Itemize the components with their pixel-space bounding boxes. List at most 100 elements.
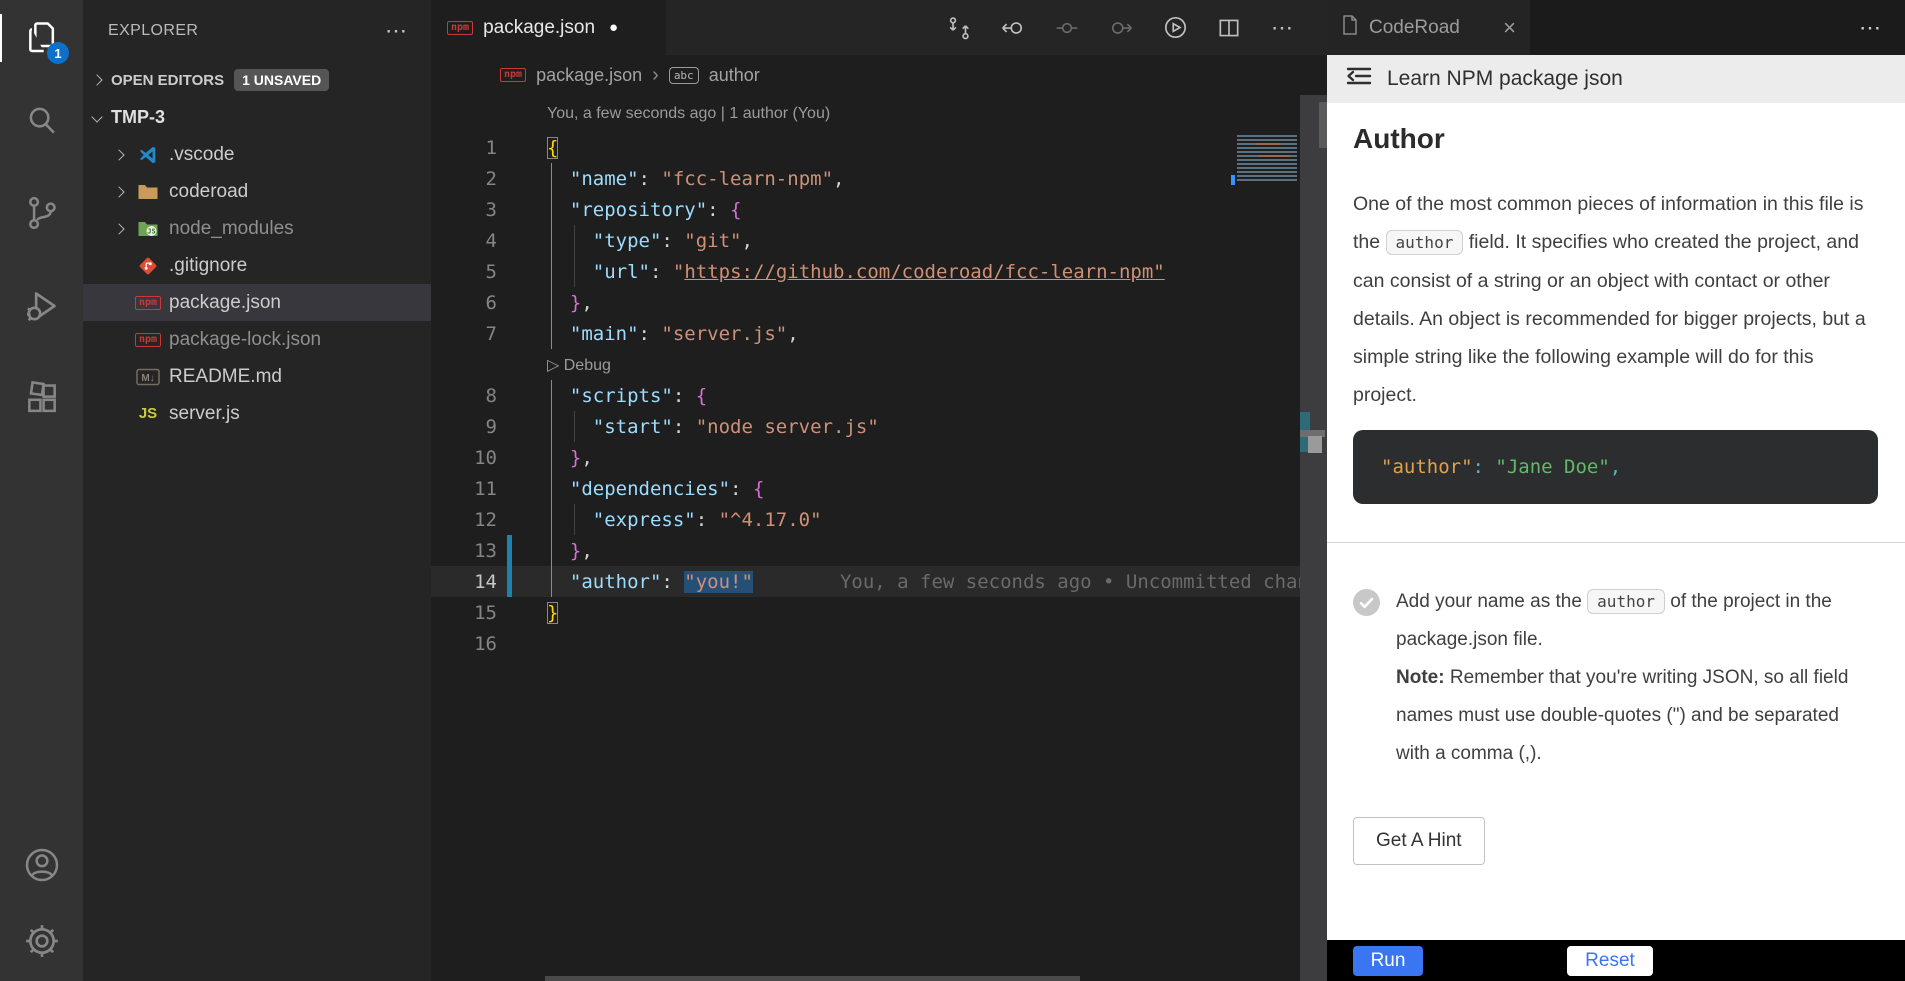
more-actions-icon[interactable]: ⋯ bbox=[1269, 14, 1297, 42]
code-line-8[interactable]: 8 "scripts": { bbox=[431, 380, 1300, 411]
gutter[interactable]: 6 bbox=[431, 287, 547, 318]
horizontal-scrollbar-thumb[interactable] bbox=[545, 976, 1080, 981]
menu-back-icon[interactable] bbox=[1343, 63, 1373, 95]
chevron-right-icon[interactable] bbox=[111, 151, 127, 159]
tree-item-.gitignore[interactable]: .gitignore bbox=[83, 247, 431, 284]
code-line-16[interactable]: 16 bbox=[431, 628, 1300, 659]
token: , bbox=[787, 323, 798, 345]
prev-change-icon[interactable] bbox=[1053, 14, 1081, 42]
tree-item-label: package.json bbox=[169, 292, 281, 314]
codelens[interactable]: You, a few seconds ago | 1 author (You) bbox=[431, 95, 1300, 132]
gutter[interactable]: 13 bbox=[431, 535, 547, 566]
token: : bbox=[661, 571, 684, 593]
gutter[interactable]: 5 bbox=[431, 256, 547, 287]
tree-item-coderoad[interactable]: coderoad bbox=[83, 173, 431, 210]
tree-item-package-lock.json[interactable]: npmpackage-lock.json bbox=[83, 321, 431, 358]
gutter[interactable]: 9 bbox=[431, 411, 547, 442]
code-line-2[interactable]: 2 "name": "fcc-learn-npm", bbox=[431, 163, 1300, 194]
code-line-15[interactable]: 15} bbox=[431, 597, 1300, 628]
gutter[interactable]: 11 bbox=[431, 473, 547, 504]
editor-scrollbar-thumb[interactable] bbox=[1319, 102, 1327, 148]
run-script-icon[interactable] bbox=[1161, 14, 1189, 42]
code-line-1[interactable]: 1{ bbox=[431, 132, 1300, 163]
inline-code-chip: author bbox=[1386, 230, 1464, 255]
tree-item-server.js[interactable]: JSserver.js bbox=[83, 395, 431, 432]
activity-account[interactable] bbox=[0, 829, 83, 905]
gutter[interactable]: 16 bbox=[431, 628, 547, 659]
gutter[interactable]: 2 bbox=[431, 163, 547, 194]
indent-guide bbox=[551, 256, 552, 287]
gutter[interactable]: 14 bbox=[431, 566, 547, 597]
workspace-root[interactable]: TMP-3 bbox=[83, 98, 431, 136]
code-line-12[interactable]: 12 "express": "^4.17.0" bbox=[431, 504, 1300, 535]
code-line-11[interactable]: 11 "dependencies": { bbox=[431, 473, 1300, 504]
tree-item-.vscode[interactable]: .vscode bbox=[83, 136, 431, 173]
token: "you!" bbox=[684, 571, 753, 593]
activity-search[interactable] bbox=[0, 76, 83, 169]
tab-label: package.json bbox=[483, 17, 595, 39]
editor-scrollbar-track[interactable] bbox=[1300, 95, 1327, 981]
token: } bbox=[570, 540, 581, 562]
line-number: 15 bbox=[431, 602, 497, 624]
code-line-13[interactable]: 13 }, bbox=[431, 535, 1300, 566]
divider bbox=[1327, 542, 1905, 543]
token: , bbox=[581, 292, 592, 314]
code-line-7[interactable]: 7 "main": "server.js", bbox=[431, 318, 1300, 349]
tree-item-README.md[interactable]: M↓README.md bbox=[83, 358, 431, 395]
activity-explorer[interactable]: 1 bbox=[0, 0, 83, 76]
gutter[interactable]: 12 bbox=[431, 504, 547, 535]
code-line-3[interactable]: 3 "repository": { bbox=[431, 194, 1300, 225]
line-content: "repository": { bbox=[547, 194, 1300, 225]
code-line-5[interactable]: 5 "url": "https://github.com/coderoad/fc… bbox=[431, 256, 1300, 287]
code-line-10[interactable]: 10 }, bbox=[431, 442, 1300, 473]
token: "^4.17.0" bbox=[719, 509, 822, 531]
gutter[interactable]: 3 bbox=[431, 194, 547, 225]
activity-source-control[interactable] bbox=[0, 169, 83, 262]
nav-back-icon[interactable] bbox=[999, 14, 1027, 42]
line-number: 14 bbox=[431, 571, 497, 593]
editor-group: npm package.json ● bbox=[431, 0, 1327, 981]
line-content: "type": "git", bbox=[547, 225, 1300, 256]
get-hint-button[interactable]: Get A Hint bbox=[1353, 817, 1485, 865]
chevron-right-icon[interactable] bbox=[111, 225, 127, 233]
code-line-9[interactable]: 9 "start": "node server.js" bbox=[431, 411, 1300, 442]
codelens[interactable]: ▷ Debug bbox=[431, 349, 1300, 380]
step-heading: Author bbox=[1353, 123, 1878, 155]
gutter[interactable]: 15 bbox=[431, 597, 547, 628]
breadcrumb-file[interactable]: package.json bbox=[536, 65, 642, 86]
close-icon[interactable]: × bbox=[1503, 15, 1516, 41]
activity-settings[interactable] bbox=[0, 905, 83, 981]
token: , bbox=[742, 230, 753, 252]
line-content: } bbox=[547, 597, 1300, 628]
reset-button[interactable]: Reset bbox=[1567, 946, 1653, 976]
gutter[interactable]: 7 bbox=[431, 318, 547, 349]
gutter[interactable]: 8 bbox=[431, 380, 547, 411]
run-button[interactable]: Run bbox=[1353, 946, 1423, 976]
activity-extensions[interactable] bbox=[0, 355, 83, 448]
gutter[interactable]: 4 bbox=[431, 225, 547, 256]
code-line-6[interactable]: 6 }, bbox=[431, 287, 1300, 318]
tree-item-package.json[interactable]: npmpackage.json bbox=[83, 284, 431, 321]
code-line-14[interactable]: 14 "author": "you!"You, a few seconds ag… bbox=[431, 566, 1300, 597]
split-editor-icon[interactable] bbox=[1215, 14, 1243, 42]
tutorial-title: Learn NPM package json bbox=[1387, 67, 1623, 91]
tree-item-node_modules[interactable]: JSnode_modules bbox=[83, 210, 431, 247]
open-editors-section[interactable]: OPEN EDITORS 1 UNSAVED bbox=[83, 62, 431, 98]
breadcrumb-symbol[interactable]: author bbox=[709, 65, 760, 86]
explorer-more-icon[interactable]: ⋯ bbox=[385, 18, 409, 44]
open-changes-icon[interactable] bbox=[945, 14, 973, 42]
tab-coderoad[interactable]: CodeRoad × bbox=[1327, 0, 1530, 55]
gutter[interactable]: 10 bbox=[431, 442, 547, 473]
activity-run-debug[interactable] bbox=[0, 262, 83, 355]
gutter[interactable]: 1 bbox=[431, 132, 547, 163]
panel-more-icon[interactable]: ⋯ bbox=[1859, 15, 1883, 41]
tab-package-json[interactable]: npm package.json ● bbox=[431, 0, 666, 55]
explorer-title: EXPLORER bbox=[108, 22, 198, 40]
line-number: 3 bbox=[431, 199, 497, 221]
chevron-right-icon[interactable] bbox=[111, 188, 127, 196]
next-change-icon[interactable] bbox=[1107, 14, 1135, 42]
code-editor[interactable]: You, a few seconds ago | 1 author (You)1… bbox=[431, 95, 1327, 981]
code-line-4[interactable]: 4 "type": "git", bbox=[431, 225, 1300, 256]
minimap[interactable] bbox=[1237, 135, 1297, 181]
unsaved-badge: 1 UNSAVED bbox=[234, 69, 329, 91]
